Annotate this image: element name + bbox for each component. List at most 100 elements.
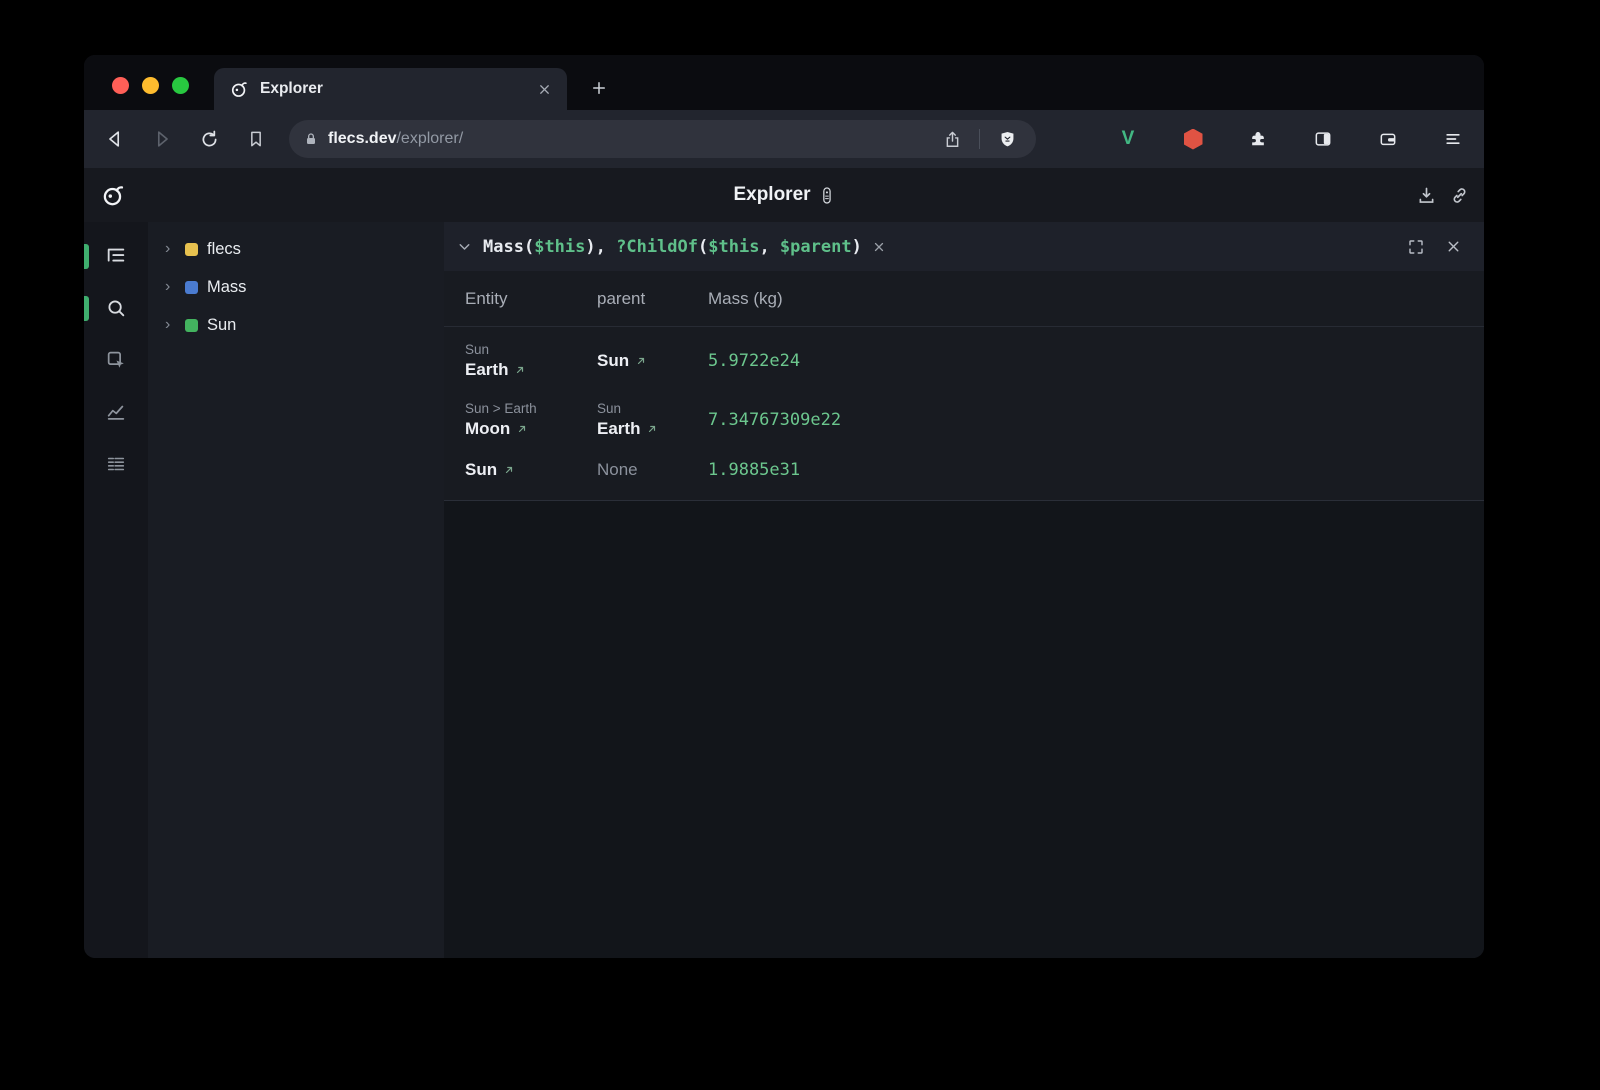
column-entity: Entity [465,289,597,309]
external-link-icon[interactable] [514,364,526,376]
expand-chevron-icon[interactable]: › [165,241,176,257]
parent-link[interactable]: Earth [597,419,708,439]
bookmark-icon[interactable] [241,124,271,154]
clear-query-icon[interactable] [872,240,886,254]
query-bar: Mass($this), ?ChildOf($this, $parent) [444,222,1484,271]
query-token: $parent [780,237,852,257]
extension-cluster: V [1113,124,1468,154]
hexagon-extension-icon[interactable] [1178,124,1208,154]
reload-button[interactable] [194,124,224,154]
entity-path: Sun > Earth [465,401,597,416]
expand-chevron-icon[interactable]: › [165,317,176,333]
maximize-window-button[interactable] [172,77,189,94]
query-token: $this [708,237,759,257]
results-header: Entity parent Mass (kg) [444,271,1484,327]
menu-icon[interactable] [1438,124,1468,154]
new-tab-button[interactable] [584,73,614,103]
minimize-window-button[interactable] [142,77,159,94]
flecs-logo [100,182,126,208]
parent-cell: Sun [597,351,708,371]
mass-value: 1.9885e31 [708,460,1484,480]
parent-path: Sun [597,401,708,416]
entity-cell: Sun > Earth Moon [465,401,597,439]
extensions-puzzle-icon[interactable] [1243,124,1273,154]
url-bar[interactable]: flecs.dev/explorer/ [289,120,1036,158]
external-link-icon[interactable] [646,423,658,435]
entity-path: Sun [465,342,597,357]
url-path: /explorer/ [396,130,463,147]
tab-title: Explorer [260,80,323,98]
tree-item-label: Mass [207,278,246,297]
results-rows: SunEarthSun5.9722e24Sun > EarthMoonSunEa… [444,327,1484,501]
app-header: Explorer [84,168,1484,222]
url-domain: flecs.dev [328,130,396,147]
results-empty-area [444,501,1484,958]
screenshot-canvas: Explorer [0,0,1600,1090]
table-row: SunEarthSun5.9722e24 [444,332,1484,391]
wallet-icon[interactable] [1373,124,1403,154]
inspect-icon[interactable] [104,348,128,372]
external-link-icon[interactable] [516,423,528,435]
link-icon[interactable] [1449,185,1470,206]
browser-toolbar: flecs.dev/explorer/ V [84,110,1484,168]
parent-cell: Sun Earth [597,401,708,439]
stats-chart-icon[interactable] [104,400,128,424]
entity-cell: Sun [465,460,597,480]
tree-view-icon[interactable] [104,244,128,268]
lock-icon [303,131,319,147]
log-console-icon[interactable] [104,452,128,476]
parent-cell: None [597,460,708,480]
mass-value: 7.34767309e22 [708,410,1484,430]
url-text: flecs.dev/explorer/ [328,130,463,148]
table-row: Sun > Earth MoonSun Earth7.34767309e22 [444,391,1484,450]
tree-item-label: flecs [207,240,241,259]
entity-link[interactable]: Earth [465,360,597,380]
tab-close-icon[interactable] [537,82,552,97]
column-parent: parent [597,289,708,309]
external-link-icon[interactable] [635,355,647,367]
tree-item-flecs[interactable]: › flecs [148,230,444,268]
query-panel: Mass($this), ?ChildOf($this, $parent) En… [444,222,1484,958]
close-window-button[interactable] [112,77,129,94]
content-area: › flecs › Mass › Sun Mass($this), ?ChildOf($t… [84,222,1484,958]
entity-color-swatch [185,319,198,332]
download-icon[interactable] [1416,185,1437,206]
table-row: SunNone1.9885e31 [444,450,1484,491]
external-link-icon[interactable] [503,464,515,476]
back-button[interactable] [100,124,130,154]
active-indicator [84,244,89,269]
active-indicator [84,296,89,321]
remote-icon [820,186,835,205]
entity-cell: Sun Earth [465,342,597,380]
sidebar-toggle-icon[interactable] [1308,124,1338,154]
browser-window: Explorer [84,55,1484,958]
query-search-icon[interactable] [104,296,128,320]
fullscreen-icon[interactable] [1407,238,1425,256]
query-input[interactable]: Mass($this), ?ChildOf($this, $parent) [483,237,862,257]
query-token: ?ChildOf [616,237,698,257]
forward-button[interactable] [147,124,177,154]
brave-shield-icon[interactable] [992,124,1022,154]
browser-tab-explorer[interactable]: Explorer [214,68,567,110]
tree-list: › flecs › Mass › Sun [148,230,444,344]
tree-item-label: Sun [207,316,236,335]
query-token: $this [534,237,585,257]
traffic-lights [112,77,189,94]
close-panel-icon[interactable] [1445,238,1462,255]
entity-link[interactable]: Sun [465,460,597,480]
mass-value: 5.9722e24 [708,351,1484,371]
share-icon[interactable] [937,124,967,154]
entity-color-swatch [185,281,198,294]
query-token: , [759,237,779,257]
vue-devtools-icon[interactable]: V [1113,124,1143,154]
icon-rail [84,222,148,958]
parent-none: None [597,460,708,480]
entity-link[interactable]: Moon [465,419,597,439]
tree-item-sun[interactable]: › Sun [148,306,444,344]
expand-chevron-icon[interactable]: › [165,279,176,295]
flecs-favicon [229,79,249,99]
parent-link[interactable]: Sun [597,351,708,371]
tree-item-mass[interactable]: › Mass [148,268,444,306]
chevron-down-icon[interactable] [456,238,473,255]
divider [979,129,980,149]
